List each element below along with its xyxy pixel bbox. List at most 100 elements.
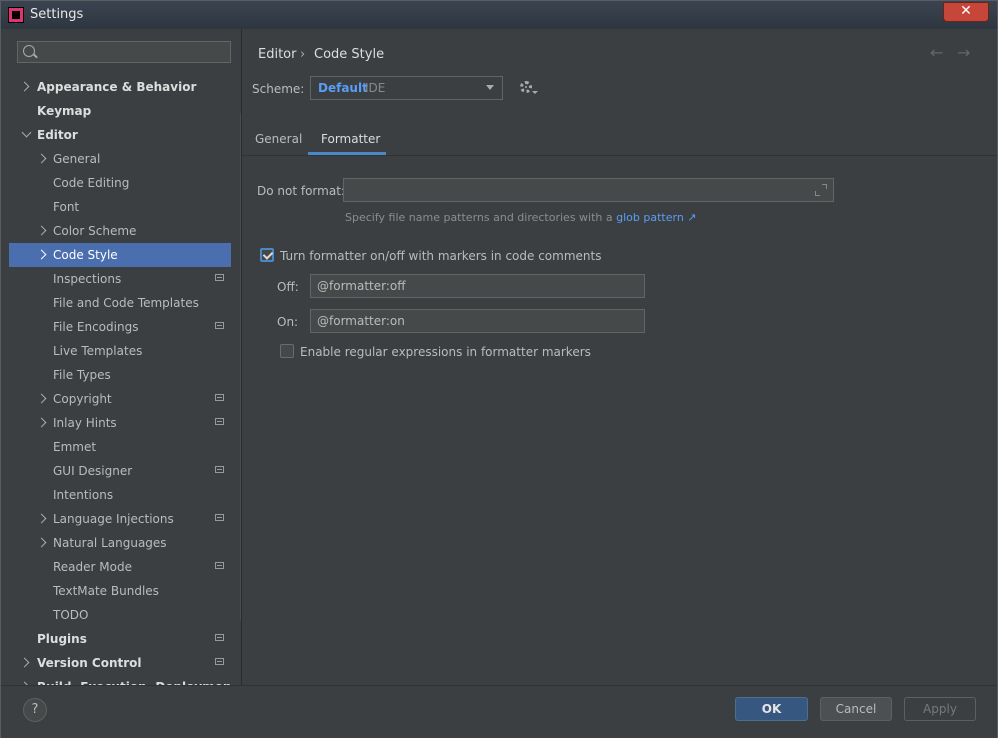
project-scope-icon	[215, 394, 224, 401]
window-title: Settings	[30, 7, 84, 22]
sidebar-item-label: Keymap	[37, 104, 92, 118]
page-title: Code Style	[314, 47, 385, 62]
back-arrow-icon[interactable]: ←	[930, 43, 943, 62]
chevron-down-icon[interactable]	[21, 127, 32, 138]
project-scope-icon	[215, 514, 224, 521]
sidebar-item-general[interactable]: General	[9, 147, 231, 171]
chevron-right-icon[interactable]	[36, 249, 47, 260]
sidebar-item-label: Reader Mode	[53, 560, 132, 574]
settings-window: Settings ✕ Appearance & Behavior Keymap …	[0, 0, 998, 738]
on-marker-field[interactable]: @formatter:on	[310, 309, 645, 333]
sidebar-item-plugins[interactable]: Plugins	[9, 627, 231, 651]
sidebar-item-label: Appearance & Behavior	[37, 80, 197, 94]
caret-down-icon	[532, 91, 538, 94]
sidebar-item-label: Version Control	[37, 656, 142, 670]
settings-sidebar: Appearance & Behavior Keymap Editor Gene…	[9, 37, 248, 685]
sidebar-item-language-injections[interactable]: Language Injections	[9, 507, 231, 531]
sidebar-item-build-execution-deployment[interactable]: Build, Execution, Deployment	[9, 675, 231, 685]
sidebar-item-label: TODO	[53, 608, 89, 622]
glob-pattern-link[interactable]: glob pattern ↗	[616, 211, 696, 224]
active-tab-indicator	[308, 152, 386, 155]
sidebar-item-editor[interactable]: Editor	[9, 123, 231, 147]
sidebar-item-label: Natural Languages	[53, 536, 167, 550]
app-icon	[8, 7, 24, 23]
sidebar-item-label: General	[53, 152, 101, 166]
tab-general[interactable]: General	[255, 132, 302, 146]
sidebar-item-label: Live Templates	[53, 344, 143, 358]
title-bar[interactable]: Settings ✕	[1, 1, 997, 29]
cancel-button[interactable]: Cancel	[820, 697, 892, 721]
project-scope-icon	[215, 418, 224, 425]
scheme-label: Scheme:	[252, 82, 305, 96]
sidebar-item-label: Font	[53, 200, 80, 214]
tab-formatter[interactable]: Formatter	[321, 132, 380, 146]
sidebar-item-emmet[interactable]: Emmet	[9, 435, 231, 459]
do-not-format-field[interactable]	[343, 178, 834, 202]
sidebar-item-label: Color Scheme	[53, 224, 137, 238]
chevron-right-icon[interactable]	[36, 225, 47, 236]
sidebar-item-copyright[interactable]: Copyright	[9, 387, 231, 411]
sidebar-item-label: Code Style	[53, 248, 118, 262]
breadcrumb-separator: ›	[300, 47, 306, 62]
chevron-right-icon[interactable]	[36, 417, 47, 428]
sidebar-item-label: File and Code Templates	[53, 296, 199, 310]
project-scope-icon	[215, 466, 224, 473]
regex-markers-checkbox[interactable]	[280, 344, 294, 358]
sidebar-item-natural-languages[interactable]: Natural Languages	[9, 531, 231, 555]
sidebar-item-version-control[interactable]: Version Control	[9, 651, 231, 675]
chevron-right-icon[interactable]	[36, 537, 47, 548]
project-scope-icon	[215, 634, 224, 641]
do-not-format-label: Do not format:	[257, 184, 345, 198]
close-button[interactable]: ✕	[943, 2, 989, 22]
sidebar-item-todo[interactable]: TODO	[9, 603, 231, 627]
sidebar-item-inlay-hints[interactable]: Inlay Hints	[9, 411, 231, 435]
tab-bar: General Formatter	[242, 124, 997, 156]
sidebar-item-intentions[interactable]: Intentions	[9, 483, 231, 507]
sidebar-item-font[interactable]: Font	[9, 195, 231, 219]
sidebar-item-color-scheme[interactable]: Color Scheme	[9, 219, 231, 243]
sidebar-item-code-editing[interactable]: Code Editing	[9, 171, 231, 195]
sidebar-item-appearance-behavior[interactable]: Appearance & Behavior	[9, 75, 231, 99]
formatter-markers-label: Turn formatter on/off with markers in co…	[280, 249, 602, 263]
sidebar-item-file-code-templates[interactable]: File and Code Templates	[9, 291, 231, 315]
scheme-name: Default	[318, 81, 368, 95]
sidebar-item-live-templates[interactable]: Live Templates	[9, 339, 231, 363]
project-scope-icon	[215, 274, 224, 281]
sidebar-item-label: Copyright	[53, 392, 112, 406]
sidebar-item-label: Intentions	[53, 488, 114, 502]
sidebar-item-keymap[interactable]: Keymap	[9, 99, 231, 123]
sidebar-item-label: Inlay Hints	[53, 416, 117, 430]
sidebar-item-file-encodings[interactable]: File Encodings	[9, 315, 231, 339]
sidebar-item-file-types[interactable]: File Types	[9, 363, 231, 387]
search-input[interactable]	[17, 41, 231, 63]
sidebar-item-reader-mode[interactable]: Reader Mode	[9, 555, 231, 579]
expand-icon[interactable]	[815, 184, 827, 196]
off-label: Off:	[277, 280, 299, 294]
gear-icon[interactable]	[520, 81, 532, 93]
glob-hint-text: Specify file name patterns and directori…	[345, 211, 617, 224]
off-marker-field[interactable]: @formatter:off	[310, 274, 645, 298]
scheme-dropdown[interactable]: Default IDE	[310, 76, 503, 100]
sidebar-item-inspections[interactable]: Inspections	[9, 267, 231, 291]
breadcrumb-parent[interactable]: Editor	[258, 47, 296, 62]
settings-content: Editor › Code Style ← → Scheme: Default …	[242, 29, 997, 685]
forward-arrow-icon[interactable]: →	[957, 43, 970, 62]
regex-markers-label: Enable regular expressions in formatter …	[300, 345, 591, 359]
sidebar-item-gui-designer[interactable]: GUI Designer	[9, 459, 231, 483]
chevron-right-icon[interactable]	[36, 393, 47, 404]
sidebar-item-label: File Types	[53, 368, 111, 382]
chevron-right-icon[interactable]	[19, 81, 30, 92]
apply-button[interactable]: Apply	[904, 697, 976, 721]
chevron-right-icon[interactable]	[36, 513, 47, 524]
chevron-right-icon[interactable]	[19, 657, 30, 668]
sidebar-item-textmate-bundles[interactable]: TextMate Bundles	[9, 579, 231, 603]
ok-button[interactable]: OK	[735, 697, 808, 721]
help-button[interactable]: ?	[23, 698, 47, 722]
formatter-markers-checkbox[interactable]	[260, 248, 274, 262]
chevron-down-icon	[486, 85, 494, 90]
project-scope-icon	[215, 658, 224, 665]
sidebar-item-code-style[interactable]: Code Style	[9, 243, 231, 267]
glob-hint: Specify file name patterns and directori…	[345, 211, 697, 224]
scheme-scope: IDE	[365, 81, 386, 95]
chevron-right-icon[interactable]	[36, 153, 47, 164]
